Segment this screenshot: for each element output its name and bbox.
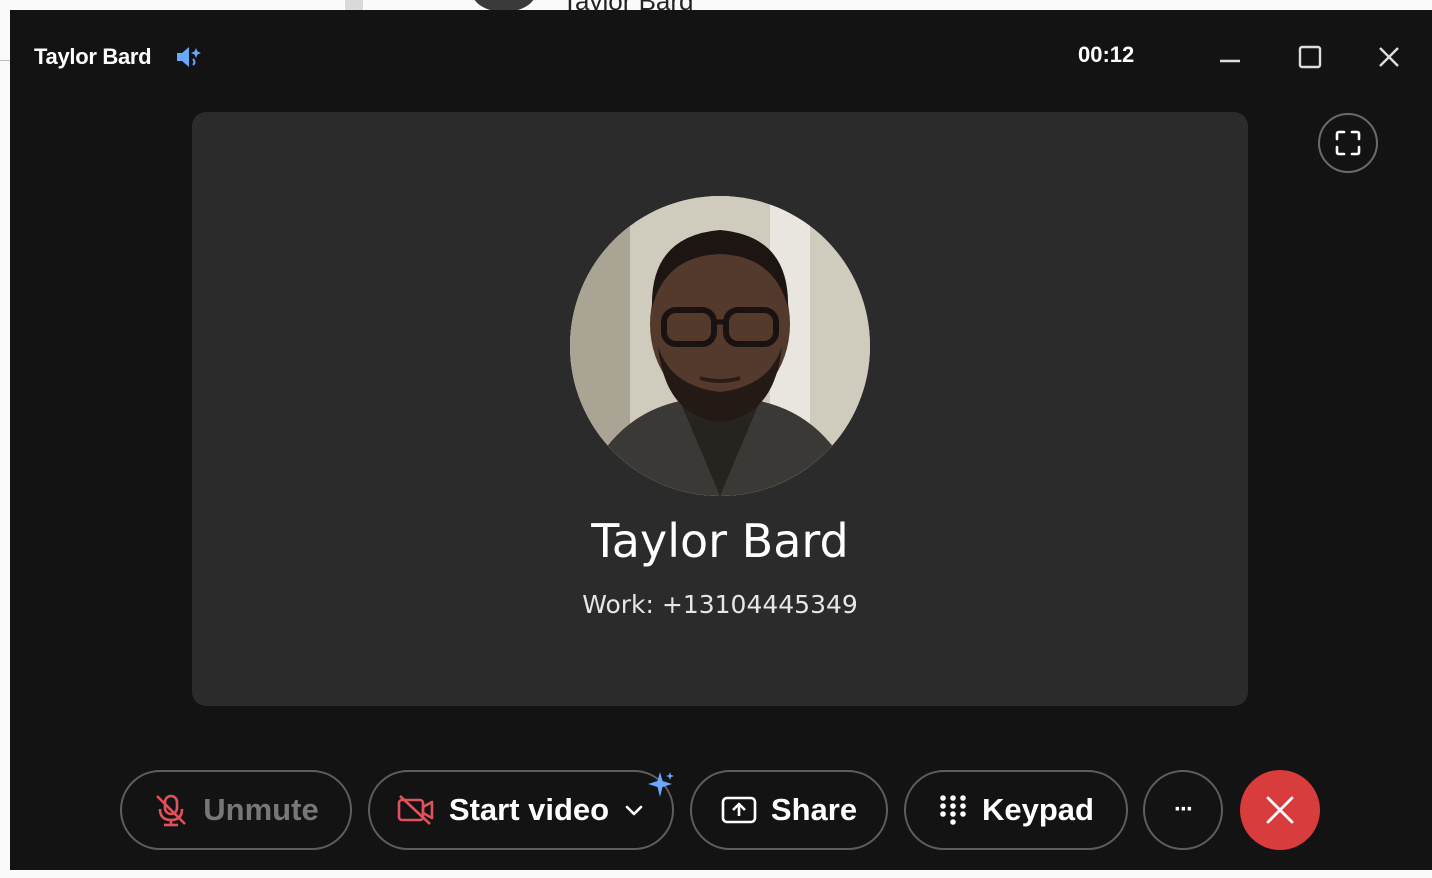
- window-title: Taylor Bard: [34, 44, 152, 69]
- maximize-icon: [1298, 45, 1322, 69]
- share-button[interactable]: Share: [690, 770, 888, 850]
- call-window: Taylor Bard 00:12 Taylor Bard Work: +131…: [10, 10, 1432, 870]
- fullscreen-icon: [1335, 130, 1361, 156]
- video-off-icon: [397, 794, 435, 826]
- end-call-icon: [1266, 796, 1294, 824]
- fullscreen-button[interactable]: [1318, 113, 1378, 173]
- unmute-label: Unmute: [203, 792, 319, 827]
- minimize-icon: [1220, 59, 1240, 63]
- end-call-button[interactable]: [1240, 770, 1320, 850]
- keypad-button[interactable]: Keypad: [904, 770, 1128, 850]
- avatar: [570, 196, 870, 496]
- background-divider: [0, 60, 10, 61]
- maximize-button[interactable]: [1293, 40, 1327, 74]
- close-icon: [1379, 47, 1399, 67]
- start-video-button[interactable]: Start video: [368, 770, 674, 850]
- keypad-label: Keypad: [982, 792, 1094, 827]
- speaker-sparkle-icon: [177, 47, 201, 67]
- more-options-button[interactable]: ···: [1143, 770, 1223, 850]
- keypad-icon: [938, 793, 968, 827]
- start-video-label: Start video: [448, 792, 610, 827]
- unmute-button[interactable]: Unmute: [120, 770, 352, 850]
- contact-name: Taylor Bard: [591, 514, 849, 568]
- sparkle-icon: [648, 772, 674, 797]
- close-button[interactable]: [1372, 40, 1406, 74]
- contact-number: Work: +13104445349: [582, 590, 858, 619]
- share-label: Share: [770, 792, 858, 827]
- more-options-label: ···: [1174, 796, 1194, 823]
- minimize-button[interactable]: [1213, 40, 1247, 74]
- call-timer: 00:12: [1078, 42, 1135, 67]
- call-stage: Taylor Bard Work: +13104445349: [192, 112, 1248, 706]
- mic-off-icon: [153, 792, 189, 828]
- avatar-photo: [570, 196, 870, 496]
- chevron-down-icon[interactable]: [623, 799, 645, 821]
- share-screen-icon: [721, 795, 757, 825]
